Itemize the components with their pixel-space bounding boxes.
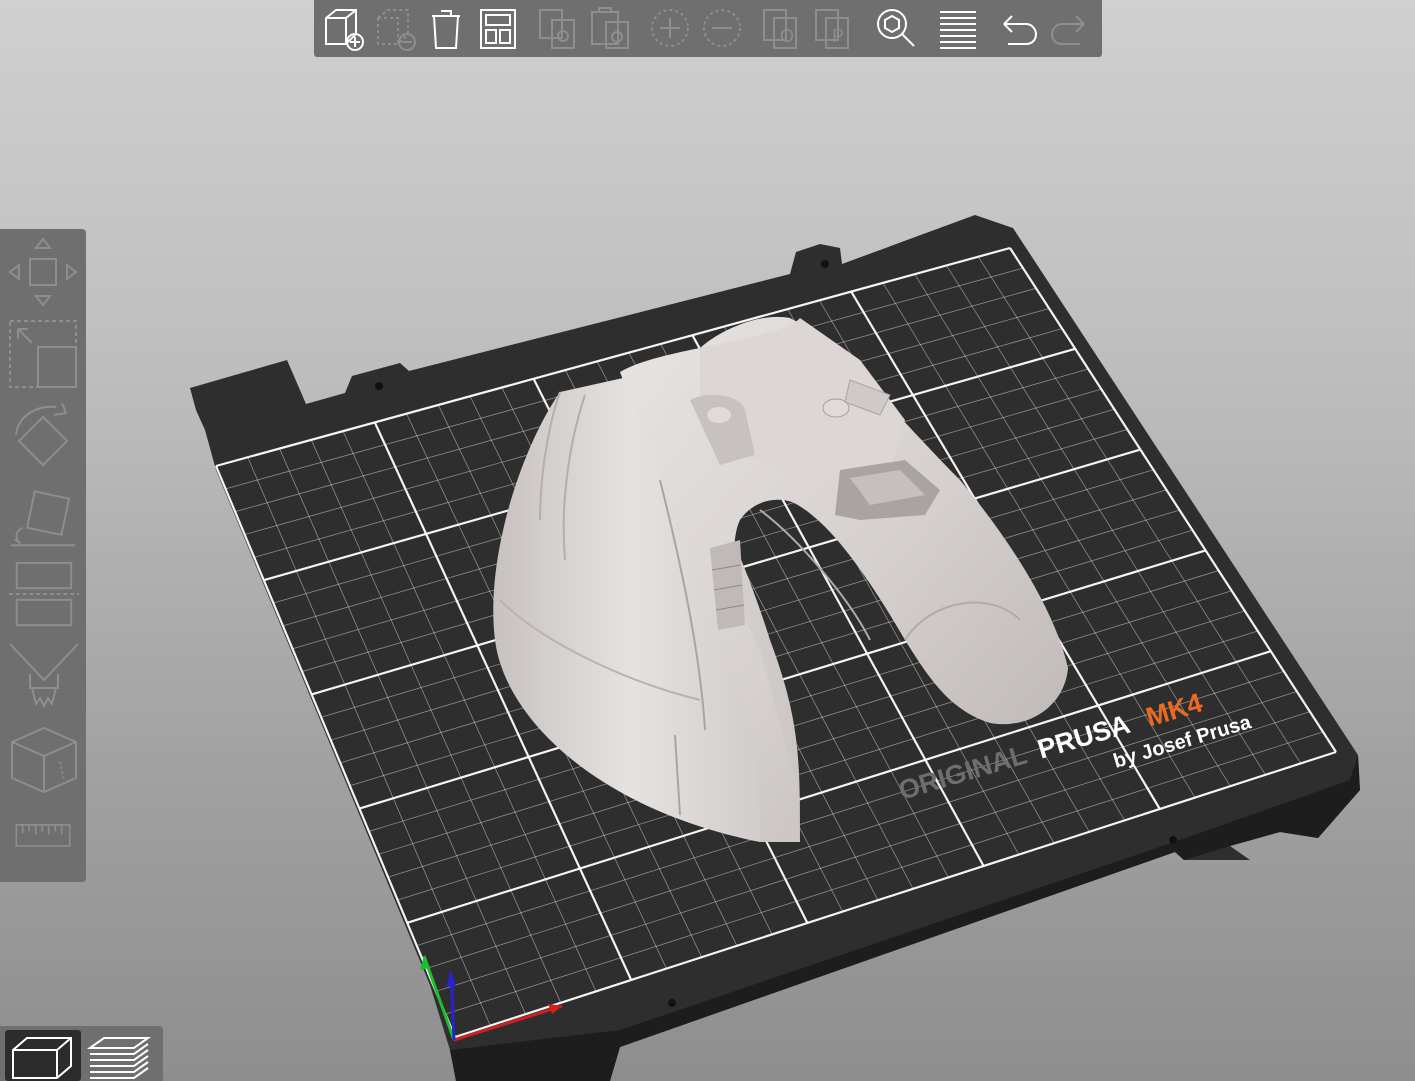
add-instance-button[interactable]: [646, 4, 694, 52]
paint-supports-tool-button[interactable]: [4, 639, 82, 715]
cube-minus-icon: [377, 9, 416, 51]
rotate-icon: [15, 402, 69, 467]
cube-plus-icon: [325, 9, 364, 51]
undo-icon: [1003, 15, 1038, 45]
copy-icon: [539, 9, 575, 49]
plus-circle-icon: [651, 9, 689, 47]
split-to-objects-button[interactable]: O: [758, 4, 806, 52]
place-on-face-tool-button[interactable]: [4, 481, 82, 553]
copy-button[interactable]: [534, 4, 582, 52]
view-toggle-bar: [0, 1026, 163, 1081]
delete-all-button[interactable]: [422, 4, 470, 52]
arrange-icon: [480, 9, 516, 49]
paste-button[interactable]: [586, 4, 634, 52]
redo-icon: [1050, 15, 1085, 45]
delete-button[interactable]: [370, 4, 418, 52]
main-toolbar: OP: [314, 0, 1102, 57]
search-button[interactable]: [872, 4, 920, 52]
layers-icon: [940, 11, 976, 49]
paint-supports-icon: [9, 643, 79, 709]
ruler-icon: [15, 824, 71, 847]
svg-text:O: O: [780, 26, 794, 46]
layers-editing-button[interactable]: [934, 4, 982, 52]
cut-icon: [8, 561, 79, 627]
scale-icon: [9, 320, 77, 388]
place-on-face-icon: [10, 490, 76, 547]
arrange-button[interactable]: [474, 4, 522, 52]
split-objects-icon: O: [763, 9, 797, 49]
3d-scene-viewport[interactable]: ORIGINAL PRUSA MK4 by Josef Prusa: [0, 0, 1415, 1081]
add-object-button[interactable]: [318, 4, 366, 52]
gizmo-toolbar: [0, 229, 86, 882]
preview-button[interactable]: [82, 1030, 158, 1081]
seam-tool-button[interactable]: [4, 721, 82, 797]
seam-cube-icon: [11, 726, 77, 794]
paste-icon: [591, 7, 629, 49]
trash-icon: [432, 10, 460, 49]
measure-tool-button[interactable]: [4, 807, 82, 867]
minus-circle-icon: [703, 9, 741, 47]
redo-button[interactable]: [1046, 4, 1094, 52]
rotate-tool-button[interactable]: [4, 399, 82, 473]
remove-instance-button[interactable]: [698, 4, 746, 52]
scale-tool-button[interactable]: [4, 317, 82, 391]
3d-view-button[interactable]: [5, 1030, 81, 1081]
cut-tool-button[interactable]: [4, 559, 82, 631]
layers-preview-icon: [86, 1037, 152, 1079]
split-parts-icon: P: [815, 9, 849, 49]
cube-view-icon: [12, 1037, 72, 1079]
split-to-parts-button[interactable]: P: [810, 4, 858, 52]
move-icon: [8, 237, 78, 307]
svg-text:P: P: [832, 26, 844, 46]
move-tool-button[interactable]: [4, 235, 82, 309]
search-icon: [877, 9, 915, 47]
undo-button[interactable]: [994, 4, 1042, 52]
